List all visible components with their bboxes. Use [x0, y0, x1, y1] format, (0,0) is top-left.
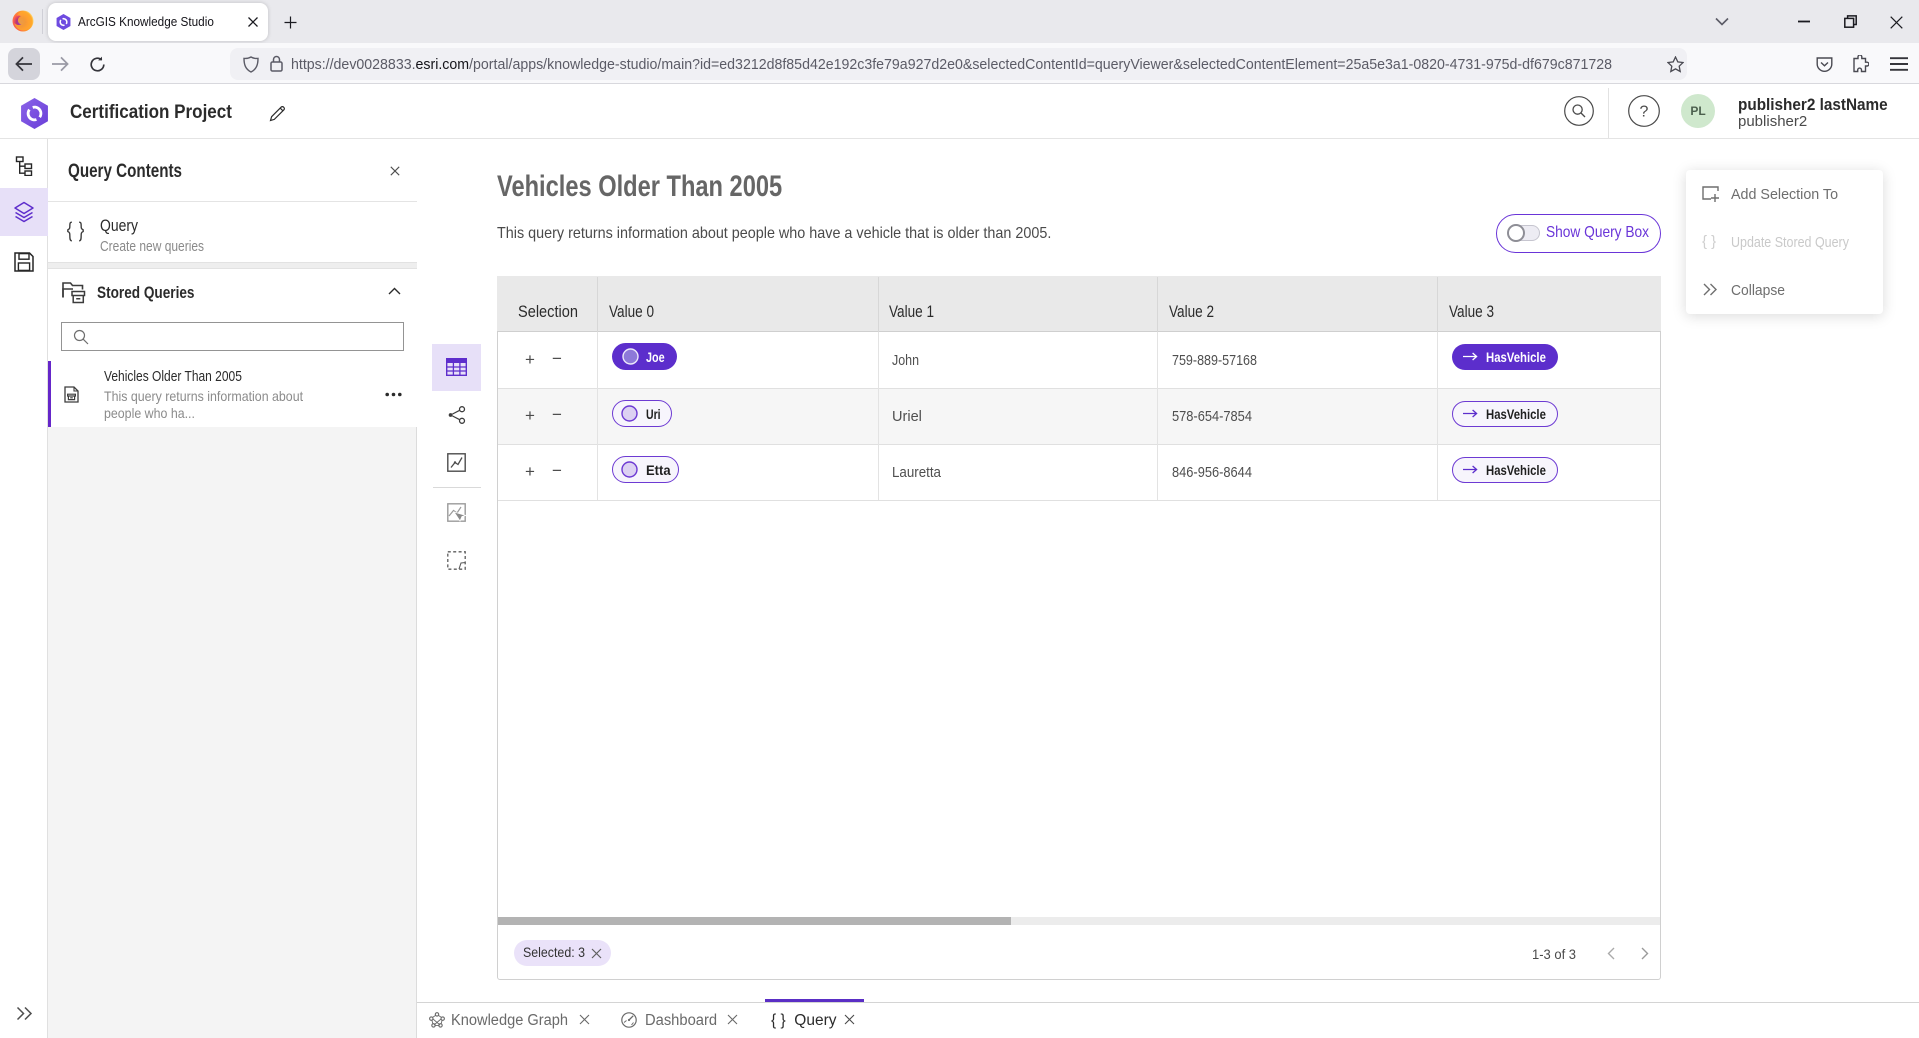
svg-text:?: ? — [1640, 104, 1649, 121]
